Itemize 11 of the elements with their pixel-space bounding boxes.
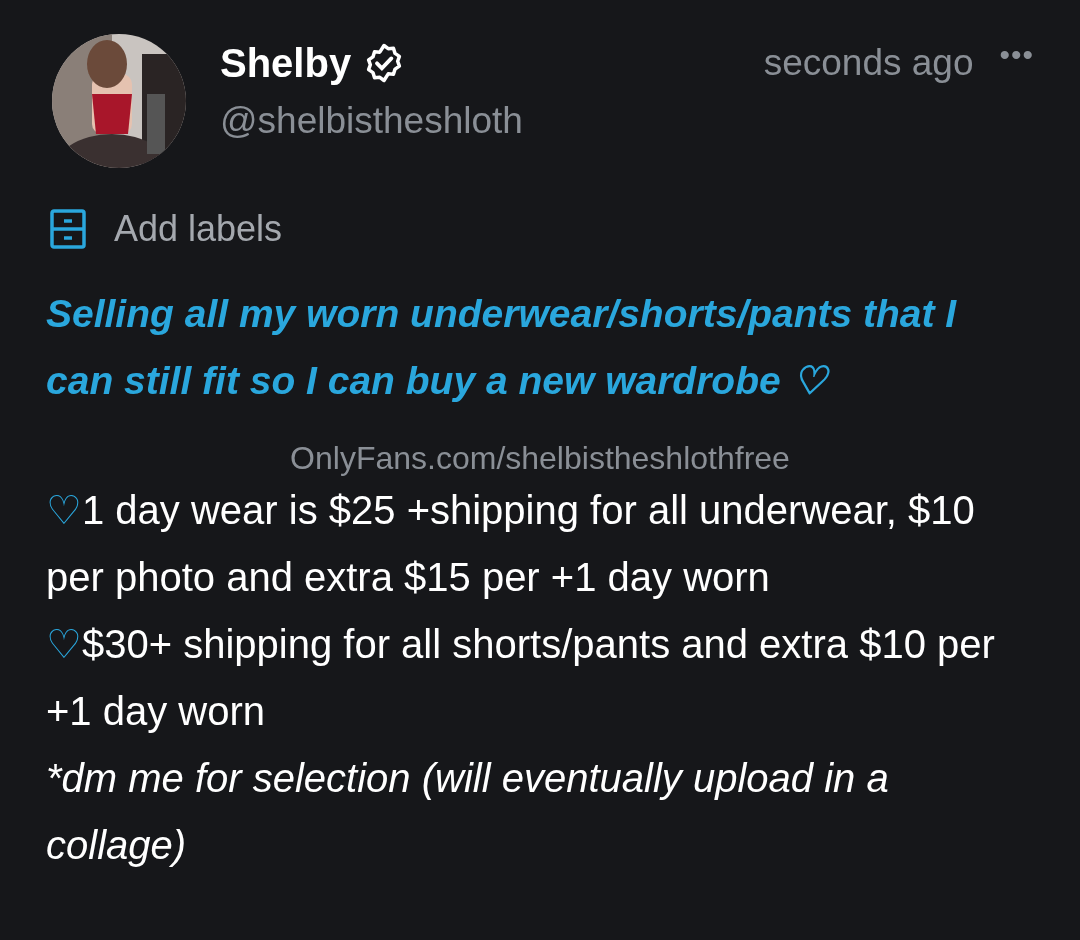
- author-name[interactable]: Shelby: [220, 40, 352, 86]
- profile-link[interactable]: OnlyFans.com/shelbistheshlothfree: [290, 440, 790, 476]
- add-labels-button[interactable]: Add labels: [114, 208, 283, 250]
- post-headline: Selling all my worn underwear/shorts/pants that I can still fit so I can buy a new wardrobe ♡: [46, 291, 958, 404]
- post-paragraph: ♡1 day wear is $25 +shipping for all underwear, $10 per photo and extra $15 per +1 day worn: [46, 487, 976, 601]
- more-button[interactable]: •••: [999, 38, 1034, 72]
- drawer-icon: [50, 209, 86, 249]
- author-handle[interactable]: @shelbistheshloth: [220, 100, 523, 142]
- post-note: *dm me for selection (will eventually upload in a collage): [46, 755, 890, 869]
- post-paragraph: ♡$30+ shipping for all shorts/pants and extra $10 per +1 day worn: [46, 621, 996, 735]
- post-time: seconds ago: [763, 42, 974, 84]
